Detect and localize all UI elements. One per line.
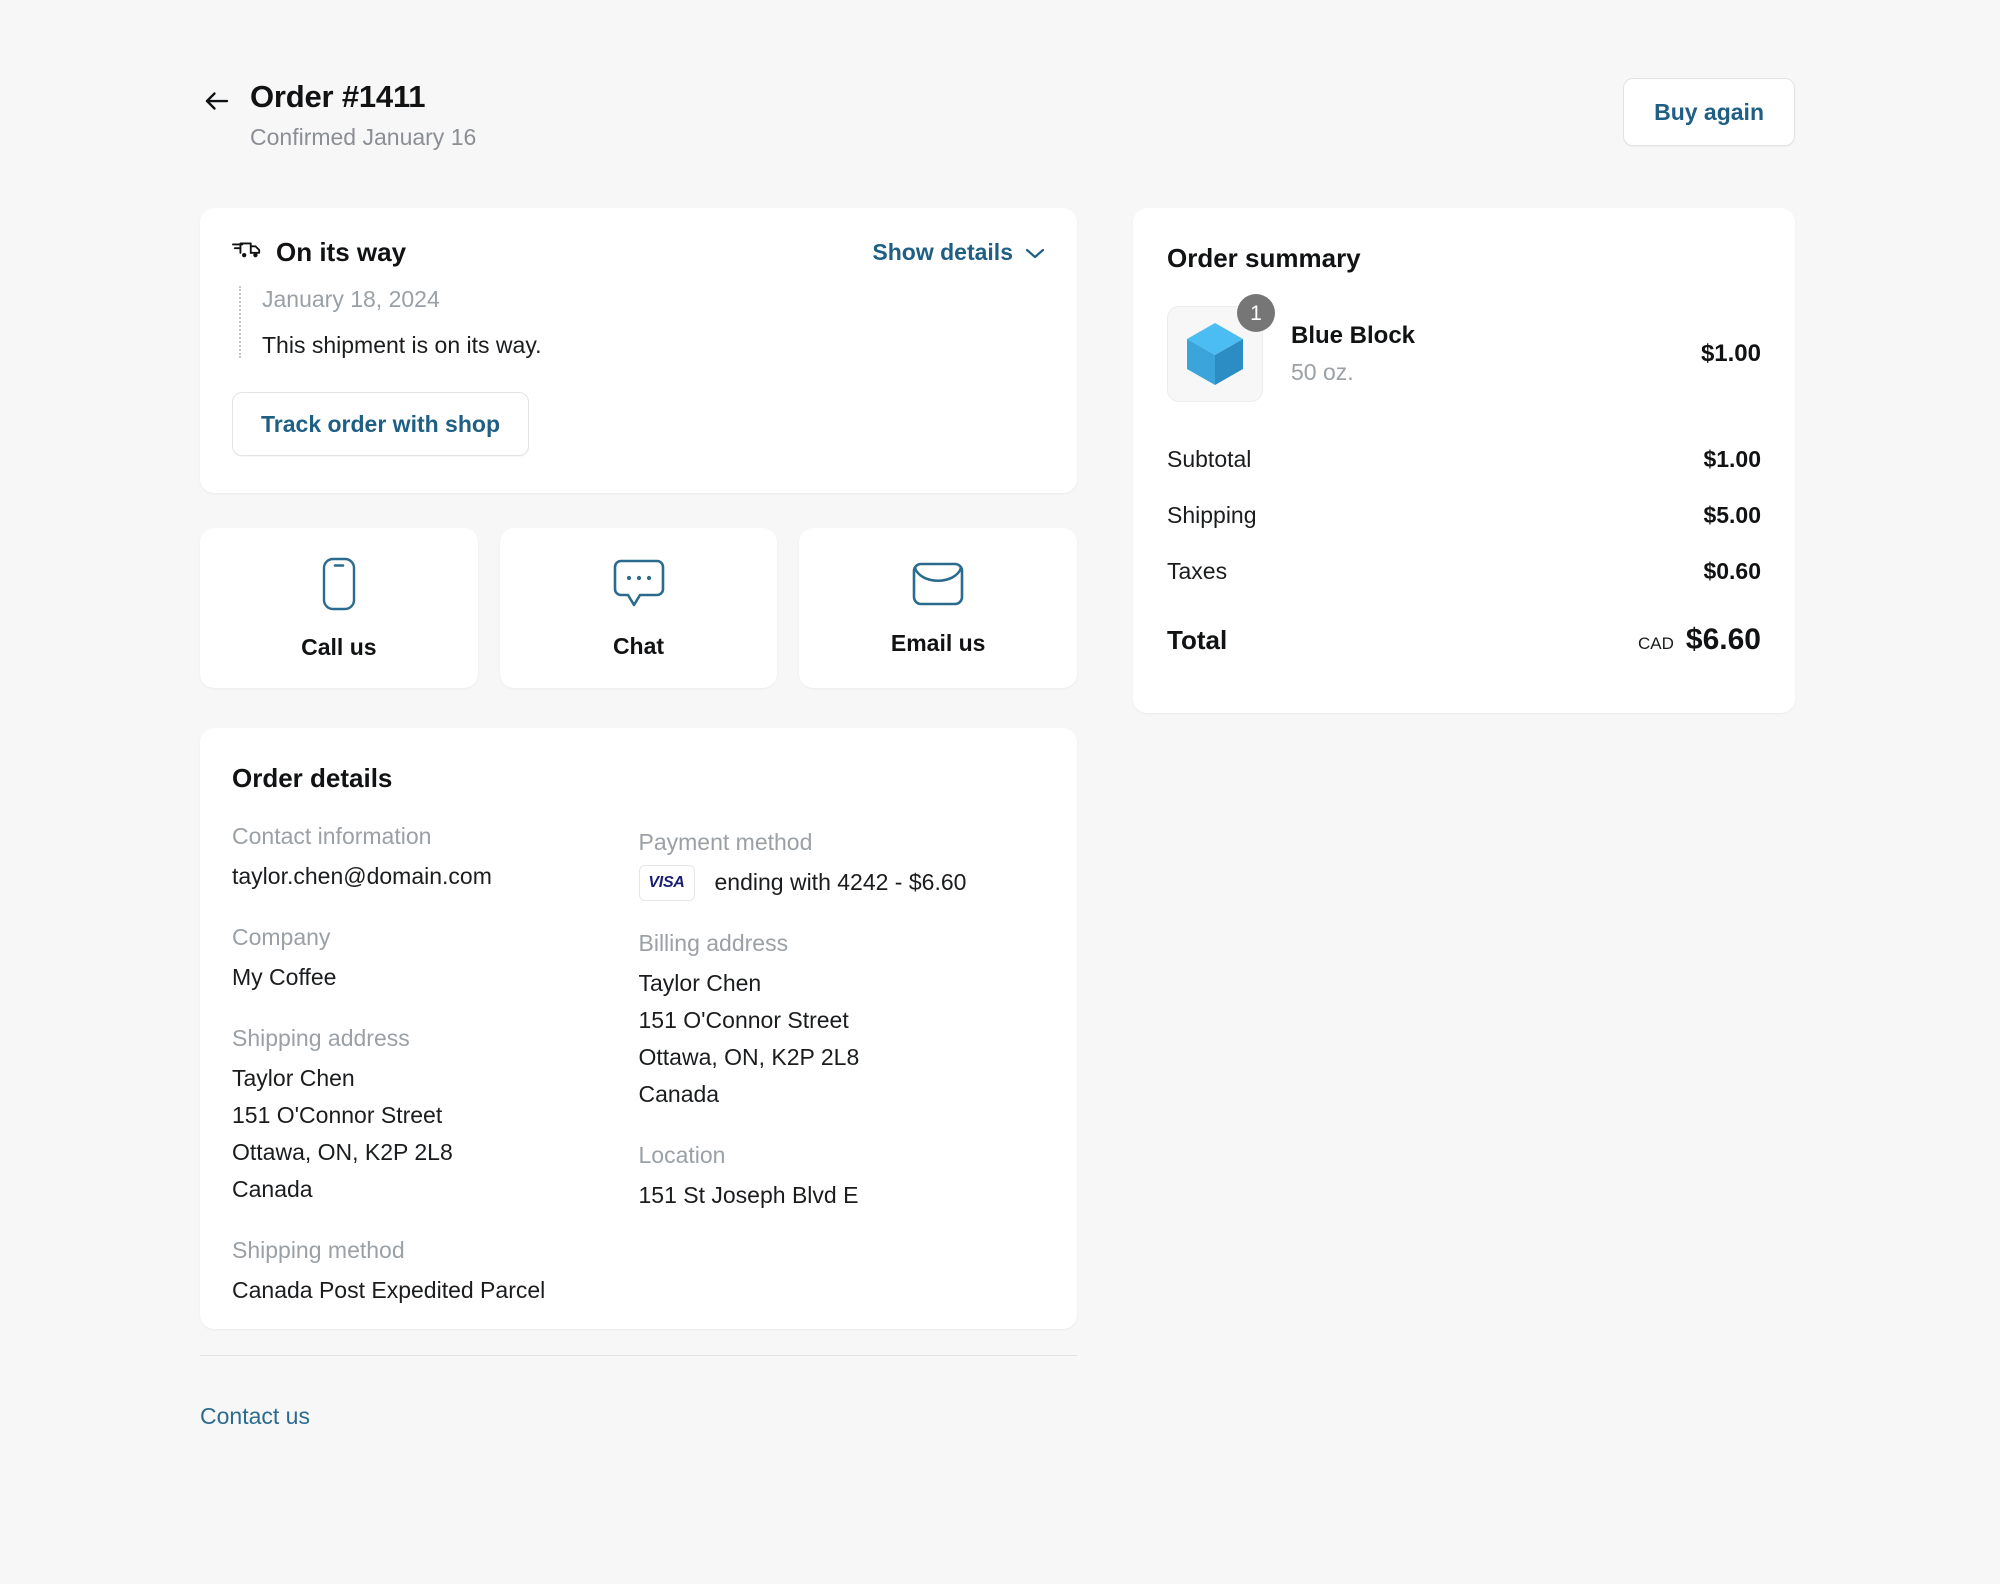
product-variant: 50 oz. — [1291, 357, 1701, 387]
product-thumbnail-wrapper: 1 — [1167, 306, 1263, 402]
shipment-status-title: On its way — [276, 236, 406, 268]
shipment-timeline: January 18, 2024 This shipment is on its… — [232, 282, 1045, 362]
order-details-columns: Contact information taylor.chen@domain.c… — [232, 820, 1045, 1309]
shipping-method-label: Shipping method — [232, 1234, 639, 1266]
title-block: Order #1411 Confirmed January 16 — [250, 78, 476, 152]
shipping-value: $5.00 — [1703, 500, 1761, 530]
taxes-label: Taxes — [1167, 556, 1227, 586]
taxes-row: Taxes $0.60 — [1167, 556, 1761, 586]
grand-total-amount-group: CAD $6.60 — [1638, 622, 1761, 658]
order-details-card: Order details Contact information taylor… — [200, 728, 1077, 1329]
grand-total-row: Total CAD $6.60 — [1167, 622, 1761, 658]
order-summary-title: Order summary — [1167, 242, 1761, 274]
product-info: Blue Block 50 oz. — [1291, 321, 1701, 387]
order-details-left-column: Contact information taylor.chen@domain.c… — [232, 820, 639, 1309]
order-details-title: Order details — [232, 762, 1045, 794]
payment-method-field: Payment method VISA ending with 4242 - $… — [639, 826, 1046, 901]
email-us-label: Email us — [891, 630, 986, 656]
currency-code: CAD — [1638, 634, 1674, 654]
company-value: My Coffee — [232, 959, 639, 996]
shipping-label: Shipping — [1167, 500, 1257, 530]
location-field: Location 151 St Joseph Blvd E — [639, 1139, 1046, 1214]
shipment-date: January 18, 2024 — [262, 282, 1045, 316]
taxes-value: $0.60 — [1703, 556, 1761, 586]
billing-address-line: 151 O'Connor Street — [639, 1002, 1046, 1039]
grand-total-label: Total — [1167, 623, 1227, 657]
subtotal-row: Subtotal $1.00 — [1167, 444, 1761, 474]
shipment-message: This shipment is on its way. — [262, 328, 1045, 362]
footer-divider — [200, 1355, 1077, 1356]
company-label: Company — [232, 921, 639, 953]
shipping-address-line: Ottawa, ON, K2P 2L8 — [232, 1134, 639, 1171]
billing-address-line: Canada — [639, 1076, 1046, 1113]
billing-address-field: Billing address Taylor Chen 151 O'Connor… — [639, 927, 1046, 1113]
payment-method-label: Payment method — [639, 826, 1046, 858]
order-confirmed-date: Confirmed January 16 — [250, 122, 476, 152]
header-left-group: Order #1411 Confirmed January 16 — [200, 78, 476, 152]
show-details-toggle[interactable]: Show details — [872, 238, 1045, 266]
quantity-badge: 1 — [1237, 294, 1275, 332]
order-details-right-column: Payment method VISA ending with 4242 - $… — [639, 820, 1046, 1309]
shipping-method-field: Shipping method Canada Post Expedited Pa… — [232, 1234, 639, 1309]
payment-method-row: VISA ending with 4242 - $6.60 — [639, 864, 1046, 901]
shipment-card-header: On its way Show details — [232, 236, 1045, 268]
shipping-method-value: Canada Post Expedited Parcel — [232, 1272, 639, 1309]
visa-card-icon: VISA — [639, 865, 695, 901]
arrow-left-icon[interactable] — [200, 84, 234, 118]
call-us-button[interactable]: Call us — [200, 528, 478, 688]
location-label: Location — [639, 1139, 1046, 1171]
call-us-label: Call us — [301, 634, 376, 660]
show-details-label: Show details — [872, 238, 1013, 266]
truck-icon — [232, 238, 262, 267]
shipping-address-line: 151 O'Connor Street — [232, 1097, 639, 1134]
email-us-button[interactable]: Email us — [799, 528, 1077, 688]
envelope-icon — [911, 561, 965, 612]
shipping-address-field: Shipping address Taylor Chen 151 O'Conno… — [232, 1022, 639, 1208]
company-field: Company My Coffee — [232, 921, 639, 996]
grand-total-value: $6.60 — [1686, 622, 1761, 658]
shipping-address-line: Taylor Chen — [232, 1060, 639, 1097]
phone-icon — [321, 557, 357, 616]
shipment-status-card: On its way Show details January 18, 2024… — [200, 208, 1077, 493]
contact-information-label: Contact information — [232, 820, 639, 852]
shipping-row: Shipping $5.00 — [1167, 500, 1761, 530]
page-header: Order #1411 Confirmed January 16 Buy aga… — [200, 78, 1795, 152]
track-order-button[interactable]: Track order with shop — [232, 392, 529, 456]
billing-address-line: Ottawa, ON, K2P 2L8 — [639, 1039, 1046, 1076]
contact-information-field: Contact information taylor.chen@domain.c… — [232, 820, 639, 895]
chat-label: Chat — [613, 633, 664, 659]
chat-bubble-icon — [612, 558, 666, 615]
chevron-down-icon — [1025, 238, 1045, 266]
order-status-page: Order #1411 Confirmed January 16 Buy aga… — [0, 0, 2000, 1584]
billing-address-value: Taylor Chen 151 O'Connor Street Ottawa, … — [639, 965, 1046, 1113]
contact-information-value: taylor.chen@domain.com — [232, 858, 639, 895]
subtotal-value: $1.00 — [1703, 444, 1761, 474]
shipment-status-group: On its way — [232, 236, 406, 268]
location-value: 151 St Joseph Blvd E — [639, 1177, 1046, 1214]
page-title: Order #1411 — [250, 78, 476, 116]
visa-brand-text: VISA — [648, 874, 684, 892]
order-summary-card: Order summary 1 Blue Block 50 oz. $1.00 — [1133, 208, 1795, 713]
contact-us-link[interactable]: Contact us — [200, 1401, 310, 1431]
billing-address-label: Billing address — [639, 927, 1046, 959]
contact-actions-row: Call us Chat Email us — [200, 528, 1077, 688]
order-line-item: 1 Blue Block 50 oz. $1.00 — [1167, 306, 1761, 402]
subtotal-label: Subtotal — [1167, 444, 1251, 474]
product-price: $1.00 — [1701, 339, 1761, 369]
shipping-address-line: Canada — [232, 1171, 639, 1208]
chat-button[interactable]: Chat — [500, 528, 778, 688]
order-totals: Subtotal $1.00 Shipping $5.00 Taxes $0.6… — [1167, 444, 1761, 658]
shipping-address-value: Taylor Chen 151 O'Connor Street Ottawa, … — [232, 1060, 639, 1208]
billing-address-line: Taylor Chen — [639, 965, 1046, 1002]
payment-method-value: ending with 4242 - $6.60 — [715, 864, 967, 901]
shipping-address-label: Shipping address — [232, 1022, 639, 1054]
buy-again-button[interactable]: Buy again — [1623, 78, 1795, 146]
product-name: Blue Block — [1291, 321, 1701, 351]
